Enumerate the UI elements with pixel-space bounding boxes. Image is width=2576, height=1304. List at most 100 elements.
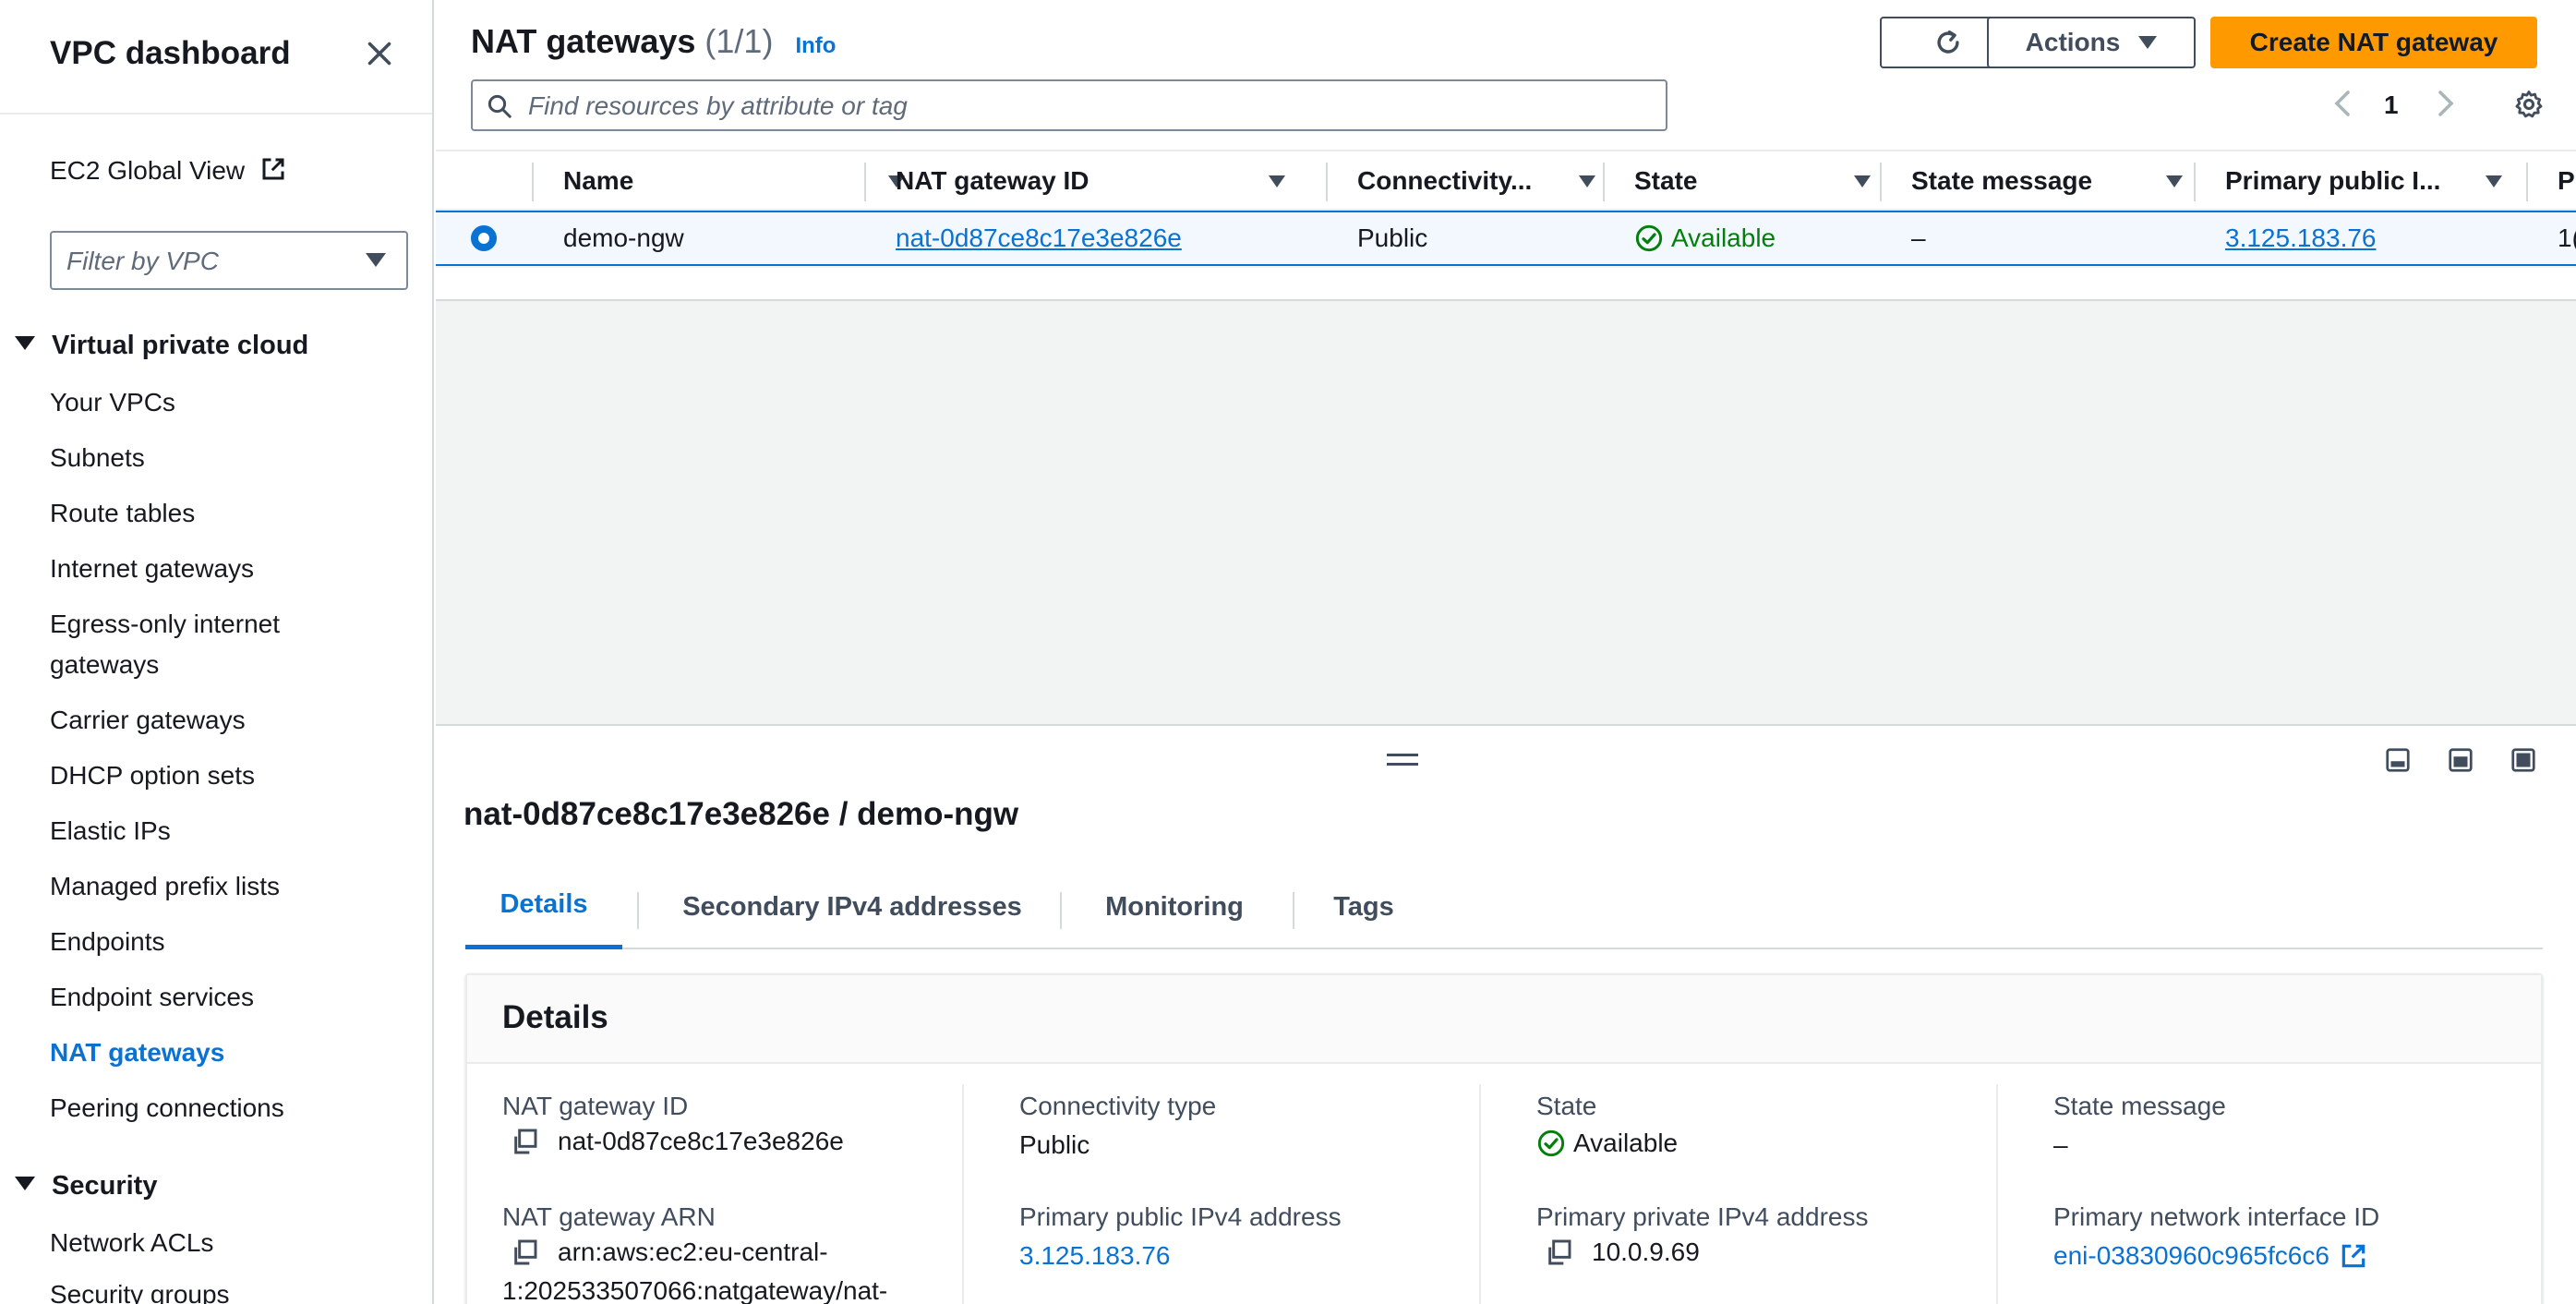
success-check-icon (1537, 1129, 1565, 1157)
sidebar-item-endpoint-services[interactable]: Endpoint services (50, 983, 254, 1012)
sidebar-item-elastic-ips[interactable]: Elastic IPs (50, 816, 171, 846)
info-link[interactable]: Info (795, 33, 836, 58)
resize-handle[interactable] (1387, 754, 1418, 772)
sidebar-section-security[interactable]: Security (15, 1171, 157, 1201)
connectivity-label: Connectivity type (1019, 1092, 1217, 1120)
sidebar-item-network-acls[interactable]: Network ACLs (50, 1228, 213, 1258)
success-check-icon (1635, 224, 1663, 252)
sidebar-section-vpc[interactable]: Virtual private cloud (15, 331, 308, 361)
column-label: State (1634, 166, 1698, 195)
panel-bottom-icon[interactable] (2384, 746, 2412, 774)
search-field[interactable] (471, 79, 1667, 131)
copy-icon[interactable] (510, 1238, 539, 1267)
selection-count: (1/1) (704, 22, 774, 60)
caret-down-icon (15, 1177, 35, 1190)
column-header-nat-gateway-id[interactable]: NAT gateway ID (896, 151, 1357, 211)
actions-button[interactable]: Actions (1987, 17, 2196, 68)
column-header-state-message[interactable]: State message (1911, 151, 2225, 211)
copy-icon[interactable] (510, 1127, 539, 1156)
sidebar: VPC dashboard EC2 Global View Filter by … (0, 0, 434, 1304)
page-title-text: NAT gateways (471, 22, 696, 60)
public-ip-label: Primary public IPv4 address (1019, 1202, 1342, 1231)
refresh-icon (1937, 30, 1959, 54)
cell-state: Available (1634, 212, 1776, 264)
pagination-next-icon[interactable] (2432, 87, 2460, 127)
nat-gateway-id-link[interactable]: nat-0d87ce8c17e3e826e (896, 223, 1182, 253)
tab-tags[interactable]: Tags (1307, 864, 1420, 949)
section-label: Security (52, 1171, 158, 1201)
sidebar-item-egress-only-gateways-line2[interactable]: gateways (50, 650, 159, 680)
eni-link[interactable]: eni-03830960c965fc6c6 (2053, 1241, 2329, 1271)
column-header-connectivity[interactable]: Connectivity... (1357, 151, 1634, 211)
cell-connectivity: Public (1357, 223, 1428, 252)
main-content: NAT gateways (1/1) Info Actions Create N… (436, 0, 2576, 1304)
create-nat-gateway-button[interactable]: Create NAT gateway (2210, 17, 2537, 68)
details-card-header: Details (467, 975, 2541, 1064)
copy-icon[interactable] (1544, 1238, 1573, 1267)
column-label: P (2558, 166, 2575, 195)
pagination-current-page[interactable]: 1 (2384, 91, 2399, 120)
tab-secondary-ipv4[interactable]: Secondary IPv4 addresses (659, 864, 1045, 949)
state-message-label: State message (2053, 1092, 2226, 1120)
state-message-value: – (2053, 1130, 2068, 1159)
sidebar-item-your-vpcs[interactable]: Your VPCs (50, 388, 175, 417)
sidebar-item-internet-gateways[interactable]: Internet gateways (50, 554, 254, 584)
sidebar-title: VPC dashboard (50, 35, 291, 71)
arn-value-line2: 1:202533507066:natgateway/nat- (502, 1276, 888, 1304)
search-input[interactable] (528, 89, 1655, 124)
column-label: Name (563, 166, 634, 195)
pagination-prev-icon[interactable] (2329, 87, 2356, 127)
details-card: Details NAT gateway ID nat-0d87ce8c17e3e… (465, 973, 2543, 1304)
sidebar-item-dhcp-option-sets[interactable]: DHCP option sets (50, 761, 255, 791)
column-header-truncated[interactable]: P (2558, 151, 2576, 211)
cell-state-message: – (1911, 223, 1926, 252)
tab-details[interactable]: Details (465, 864, 622, 949)
table-header: Name NAT gateway ID Connectivity... Stat… (436, 151, 2576, 211)
nat-id-text: nat-0d87ce8c17e3e826e (558, 1127, 844, 1155)
sort-icon (1579, 175, 1595, 187)
sidebar-item-peering-connections[interactable]: Peering connections (50, 1093, 284, 1123)
column-header-primary-public-ip[interactable]: Primary public I... (2225, 151, 2539, 211)
external-link-icon (262, 158, 284, 180)
cell-name: demo-ngw (563, 223, 684, 252)
public-ip-value[interactable]: 3.125.183.76 (1019, 1241, 1171, 1271)
arn-value: arn:aws:ec2:eu-central- (502, 1238, 828, 1267)
connectivity-value: Public (1019, 1130, 1090, 1159)
vpc-filter-placeholder: Filter by VPC (66, 247, 219, 275)
private-ip-value: 10.0.9.69 (1536, 1238, 1700, 1267)
eni-value[interactable]: eni-03830960c965fc6c6 (2053, 1241, 2368, 1271)
sidebar-item-nat-gateways[interactable]: NAT gateways (50, 1038, 224, 1068)
sidebar-item-security-groups[interactable]: Security groups (50, 1280, 230, 1304)
sidebar-item-managed-prefix-lists[interactable]: Managed prefix lists (50, 872, 280, 901)
nat-id-value: nat-0d87ce8c17e3e826e (502, 1127, 844, 1156)
sort-icon (2166, 175, 2183, 187)
vpc-filter-select[interactable]: Filter by VPC (50, 231, 408, 290)
sidebar-item-carrier-gateways[interactable]: Carrier gateways (50, 706, 246, 735)
sidebar-item-egress-only-gateways[interactable]: Egress-only internet (50, 610, 280, 639)
nat-gateways-table: Name NAT gateway ID Connectivity... Stat… (436, 150, 2576, 726)
tab-monitoring[interactable]: Monitoring (1075, 864, 1274, 949)
panel-side-icon[interactable] (2447, 746, 2474, 774)
sidebar-item-route-tables[interactable]: Route tables (50, 499, 195, 528)
table-row[interactable]: demo-ngw nat-0d87ce8c17e3e826e Public Av… (436, 211, 2576, 266)
sidebar-item-label: EC2 Global View (50, 156, 246, 185)
sidebar-item-endpoints[interactable]: Endpoints (50, 927, 165, 957)
cell-nat-gateway-id: nat-0d87ce8c17e3e826e (896, 212, 1182, 264)
detail-tabs: Details Secondary IPv4 addresses Monitor… (465, 864, 2543, 949)
preferences-gear-icon[interactable] (2513, 89, 2545, 127)
detail-title: nat-0d87ce8c17e3e826e / demo-ngw (463, 796, 1019, 832)
column-label: Connectivity... (1357, 166, 1533, 195)
section-label: Virtual private cloud (52, 331, 309, 360)
column-header-state[interactable]: State (1634, 151, 1911, 211)
sidebar-item-ec2-global-view[interactable]: EC2 Global View (50, 155, 287, 186)
panel-maximize-icon[interactable] (2510, 746, 2537, 774)
column-header-name[interactable]: Name (563, 151, 923, 211)
public-ip-link[interactable]: 3.125.183.76 (2225, 223, 2377, 253)
row-select-radio[interactable] (471, 225, 497, 251)
sidebar-item-subnets[interactable]: Subnets (50, 443, 145, 473)
close-icon[interactable] (363, 37, 396, 70)
search-icon (488, 94, 512, 118)
cell-primary-public-ip: 3.125.183.76 (2225, 212, 2377, 264)
arn-text-line1: arn:aws:ec2:eu-central- (558, 1238, 828, 1266)
arn-label: NAT gateway ARN (502, 1202, 716, 1231)
